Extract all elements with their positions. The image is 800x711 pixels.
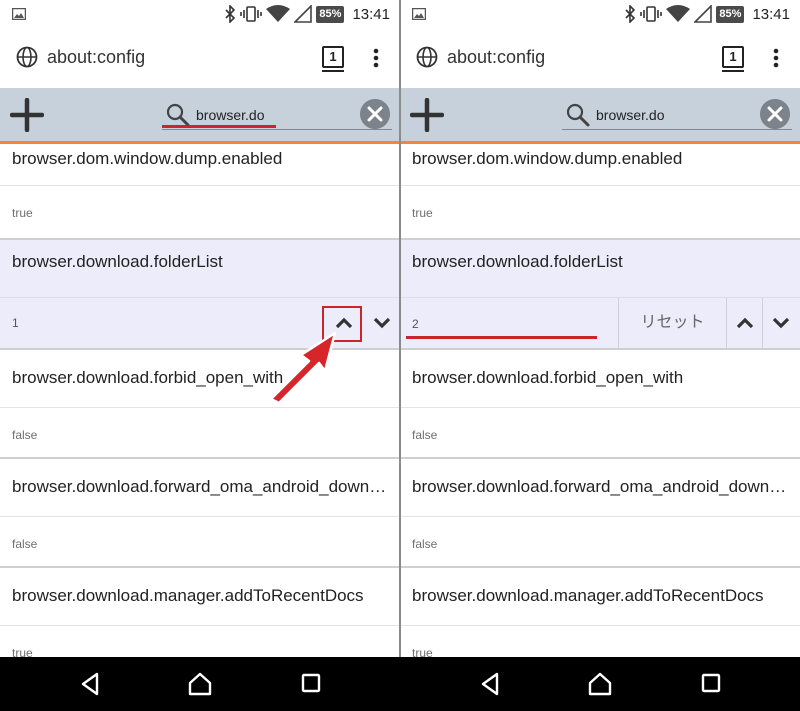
pref-name[interactable]: browser.download.folderList: [0, 240, 400, 298]
pref-name[interactable]: browser.download.forbid_open_with: [400, 350, 800, 408]
pref-name[interactable]: browser.download.forward_oma_android_dow…: [0, 459, 400, 517]
bluetooth-icon: [225, 5, 236, 23]
pref-value: false: [400, 408, 800, 459]
search-icon: [566, 103, 590, 127]
overflow-menu-icon[interactable]: [772, 48, 780, 68]
tab-counter-button[interactable]: 1: [722, 46, 744, 68]
decrement-button[interactable]: [364, 298, 400, 348]
clear-icon[interactable]: [760, 99, 790, 129]
pref-value: true: [0, 626, 400, 657]
vibrate-icon: [240, 6, 263, 22]
pref-editor: リセット: [400, 298, 800, 350]
decrement-button[interactable]: [762, 298, 798, 348]
battery-indicator: 85%: [716, 5, 745, 23]
battery-indicator: 85%: [316, 5, 345, 23]
annotation-underline: [406, 336, 597, 339]
overflow-menu-icon[interactable]: [372, 48, 380, 68]
wifi-icon: [266, 5, 291, 22]
pref-name[interactable]: browser.dom.window.dump.enabled: [0, 147, 400, 186]
pref-value[interactable]: 1: [12, 316, 19, 330]
annotation-underline: [162, 125, 276, 128]
recents-icon[interactable]: [701, 672, 721, 694]
pref-name[interactable]: browser.download.manager.addToRecentDocs: [400, 568, 800, 626]
tab-counter-underline: [722, 70, 744, 72]
pref-value: false: [0, 408, 400, 459]
chevron-down-icon: [373, 317, 391, 329]
navigation-bar: [0, 657, 800, 711]
photo-icon: [412, 8, 426, 20]
photo-icon: [12, 8, 26, 20]
config-toolbar: [400, 88, 800, 144]
back-icon[interactable]: [480, 672, 500, 696]
status-bar: 85% 13:41: [400, 0, 800, 28]
pref-value: true: [0, 186, 400, 240]
clear-icon[interactable]: [360, 99, 390, 129]
pref-value: false: [400, 517, 800, 568]
search-input-line: [162, 129, 392, 130]
search-input-line: [562, 129, 792, 130]
tab-counter-button[interactable]: 1: [322, 46, 344, 68]
wifi-icon: [666, 5, 691, 22]
vibrate-icon: [640, 6, 663, 22]
globe-icon: [16, 46, 38, 68]
url-text[interactable]: about:config: [447, 47, 545, 68]
globe-icon: [416, 46, 438, 68]
annotation-arrow: [269, 331, 337, 405]
pref-list: browser.dom.window.dump.enabled true bro…: [400, 147, 800, 657]
pref-name[interactable]: browser.download.forward_oma_android_dow…: [400, 459, 800, 517]
pref-value-input[interactable]: [412, 314, 582, 334]
url-bar[interactable]: about:config 1: [400, 28, 800, 88]
config-toolbar: [0, 88, 400, 144]
recents-icon[interactable]: [301, 672, 321, 694]
tab-counter-underline: [322, 70, 344, 72]
bluetooth-icon: [625, 5, 636, 23]
search-icon: [166, 103, 190, 127]
reset-button[interactable]: リセット: [618, 298, 726, 348]
search-input[interactable]: [596, 105, 756, 125]
screen-before: 85% 13:41 about:config 1 browser.dom.win…: [0, 0, 400, 657]
add-icon[interactable]: [10, 98, 44, 132]
pref-value: false: [0, 517, 400, 568]
url-bar[interactable]: about:config 1: [0, 28, 400, 88]
search-input[interactable]: [196, 105, 356, 125]
clock: 13:41: [752, 5, 790, 23]
pref-value: true: [400, 626, 800, 657]
pref-name[interactable]: browser.download.folderList: [400, 240, 800, 298]
signal-icon: [694, 5, 713, 23]
status-bar: 85% 13:41: [0, 0, 400, 28]
screen-divider: [399, 0, 401, 657]
chevron-up-icon: [736, 317, 753, 329]
increment-button[interactable]: [726, 298, 762, 348]
signal-icon: [294, 5, 313, 23]
home-icon[interactable]: [187, 672, 213, 696]
back-icon[interactable]: [80, 672, 100, 696]
pref-value: true: [400, 186, 800, 240]
add-icon[interactable]: [410, 98, 444, 132]
screen-after: 85% 13:41 about:config 1 browser.dom.win…: [400, 0, 800, 657]
pref-name[interactable]: browser.dom.window.dump.enabled: [400, 147, 800, 186]
pref-name[interactable]: browser.download.manager.addToRecentDocs: [0, 568, 400, 626]
chevron-down-icon: [772, 317, 789, 329]
url-text[interactable]: about:config: [47, 47, 145, 68]
clock: 13:41: [352, 5, 390, 23]
home-icon[interactable]: [587, 672, 613, 696]
